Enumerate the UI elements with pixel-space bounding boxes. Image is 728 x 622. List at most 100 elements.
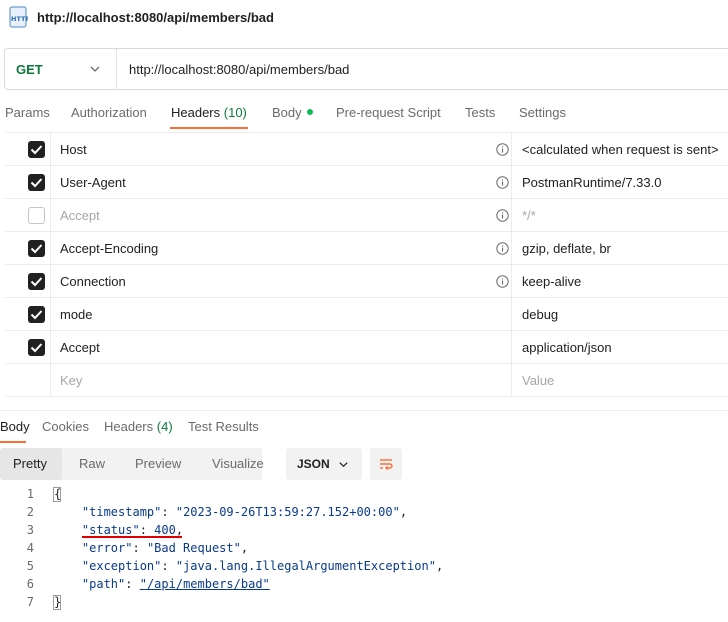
response-body-editor[interactable]: 1 { 2 "timestamp": "2023-09-26T13:59:27.… xyxy=(0,486,728,612)
value-cell[interactable]: debug xyxy=(512,298,728,330)
json-value: 400 xyxy=(154,523,176,537)
header-key: Accept-Encoding xyxy=(60,241,159,256)
key-cell[interactable]: Accept-Encoding xyxy=(51,232,512,264)
value-cell[interactable]: <calculated when request is sent> xyxy=(512,133,728,165)
url-bar: GET http://localhost:8080/api/members/ba… xyxy=(4,48,728,90)
tab-settings[interactable]: Settings xyxy=(519,105,566,120)
open-brace: { xyxy=(53,487,62,502)
code-text: } xyxy=(53,595,61,610)
checkbox-cell xyxy=(5,364,51,396)
header-checkbox[interactable] xyxy=(28,207,45,224)
line-number: 7 xyxy=(26,595,34,609)
new-key-input[interactable]: Key xyxy=(51,364,512,396)
chevron-down-icon[interactable] xyxy=(89,63,101,75)
header-checkbox[interactable] xyxy=(28,273,45,290)
key-cell[interactable]: Accept xyxy=(51,331,512,363)
value-cell[interactable]: gzip, deflate, br xyxy=(512,232,728,264)
view-raw-button[interactable]: Raw xyxy=(79,448,105,480)
code-text: "error": "Bad Request", xyxy=(81,541,249,555)
header-value: keep-alive xyxy=(522,274,582,289)
view-preview-button[interactable]: Preview xyxy=(135,448,181,480)
request-tabs: Params Authorization Headers (10) Body P… xyxy=(0,100,728,130)
format-label: JSON xyxy=(297,457,330,471)
format-select[interactable]: JSON xyxy=(286,448,362,480)
code-line: 6 "path": "/api/members/bad" xyxy=(0,576,728,594)
header-checkbox[interactable] xyxy=(28,174,45,191)
method-select[interactable]: GET xyxy=(16,62,43,77)
response-headers-count: (4) xyxy=(156,419,173,434)
close-brace: } xyxy=(53,595,62,610)
json-value: "java.lang.IllegalArgumentException" xyxy=(175,559,436,573)
tab-response-body[interactable]: Body xyxy=(0,419,30,434)
json-value: "2023-09-26T13:59:27.152+00:00" xyxy=(175,505,400,519)
json-comma: , xyxy=(175,523,184,537)
check-icon xyxy=(30,277,43,287)
header-checkbox[interactable] xyxy=(28,306,45,323)
url-input[interactable]: http://localhost:8080/api/members/bad xyxy=(129,62,349,77)
header-key: Host xyxy=(60,142,87,157)
checkbox-cell xyxy=(5,199,51,231)
line-number: 6 xyxy=(26,577,34,591)
key-cell[interactable]: mode xyxy=(51,298,512,330)
tab-body[interactable]: Body xyxy=(272,105,313,120)
key-cell[interactable]: Connection xyxy=(51,265,512,297)
code-text: { xyxy=(53,487,61,502)
tab-authorization[interactable]: Authorization xyxy=(71,105,147,120)
tab-params[interactable]: Params xyxy=(5,105,50,120)
wrap-lines-button[interactable] xyxy=(370,448,402,480)
header-checkbox[interactable] xyxy=(28,240,45,257)
check-icon xyxy=(30,343,43,353)
info-icon[interactable] xyxy=(496,176,509,189)
header-value: */* xyxy=(522,208,536,223)
tab-test-results[interactable]: Test Results xyxy=(188,419,259,434)
checkbox-cell xyxy=(5,265,51,297)
tab-label: Pre-request Script xyxy=(336,105,441,120)
tab-response-headers[interactable]: Headers (4) xyxy=(104,419,173,434)
info-icon[interactable] xyxy=(496,242,509,255)
info-icon[interactable] xyxy=(496,275,509,288)
header-checkbox[interactable] xyxy=(28,141,45,158)
header-checkbox[interactable] xyxy=(28,339,45,356)
info-icon[interactable] xyxy=(496,143,509,156)
red-annotation-underline xyxy=(82,536,182,538)
json-comma: , xyxy=(399,505,408,519)
tab-cookies[interactable]: Cookies xyxy=(42,419,89,434)
checkbox-cell xyxy=(5,232,51,264)
json-key: "timestamp" xyxy=(81,505,162,519)
value-cell[interactable]: */* xyxy=(512,199,728,231)
tab-label: Headers xyxy=(171,105,221,120)
table-row: Accept application/json xyxy=(5,331,728,364)
checkbox-cell xyxy=(5,298,51,330)
value-cell[interactable]: application/json xyxy=(512,331,728,363)
tab-tests[interactable]: Tests xyxy=(465,105,495,120)
code-line: 7 } xyxy=(0,594,728,612)
headers-count-badge: (10) xyxy=(223,105,247,120)
line-number: 1 xyxy=(26,487,34,501)
view-pretty-button[interactable]: Pretty xyxy=(0,448,62,480)
checkbox-cell xyxy=(5,133,51,165)
code-line: 2 "timestamp": "2023-09-26T13:59:27.152+… xyxy=(0,504,728,522)
table-row: Connection keep-alive xyxy=(5,265,728,298)
line-number: 3 xyxy=(26,523,34,537)
tab-headers[interactable]: Headers (10) xyxy=(171,105,247,120)
tab-label: Cookies xyxy=(42,419,89,434)
info-icon[interactable] xyxy=(496,209,509,222)
check-icon xyxy=(30,178,43,188)
key-cell[interactable]: User-Agent xyxy=(51,166,512,198)
svg-text:HTTP: HTTP xyxy=(11,15,28,23)
new-value-input[interactable]: Value xyxy=(512,364,728,396)
header-value: application/json xyxy=(522,340,612,355)
check-icon xyxy=(30,145,43,155)
new-header-row: Key Value xyxy=(5,364,728,397)
json-link-value[interactable]: "/api/members/bad" xyxy=(140,577,270,591)
value-cell[interactable]: keep-alive xyxy=(512,265,728,297)
active-tab-indicator xyxy=(0,441,26,443)
view-visualize-button[interactable]: Visualize xyxy=(212,448,264,480)
value-cell[interactable]: PostmanRuntime/7.33.0 xyxy=(512,166,728,198)
key-cell[interactable]: Accept xyxy=(51,199,512,231)
header-value: <calculated when request is sent> xyxy=(522,142,719,157)
tab-label: Tests xyxy=(465,105,496,120)
json-comma: , xyxy=(240,541,249,555)
key-cell[interactable]: Host xyxy=(51,133,512,165)
tab-pre-request-script[interactable]: Pre-request Script xyxy=(336,105,441,120)
